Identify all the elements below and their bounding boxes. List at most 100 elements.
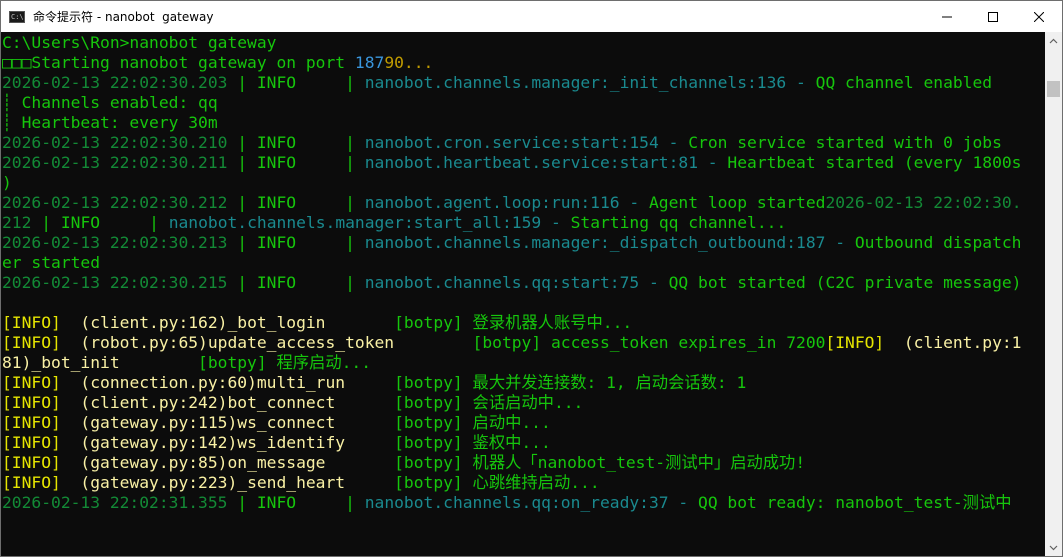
- console-text-segment: |: [227, 153, 257, 172]
- console-text-segment: Heartbeat started (every 1800s: [727, 153, 1022, 172]
- console-text-segment: (gateway.py:142)ws_identify: [60, 433, 395, 452]
- console-text-segment: [botpy]: [394, 413, 463, 432]
- console-text-segment: 2026-02-13 22:02:30.213: [2, 233, 228, 252]
- console-text-segment: |: [227, 133, 257, 152]
- console-text-segment: INFO: [256, 73, 336, 92]
- console-text-segment: 登录机器人账号中...: [462, 313, 633, 332]
- console-text-segment: nanobot.heartbeat.service:start:81: [364, 153, 698, 172]
- scroll-up-button[interactable]: [1045, 32, 1062, 49]
- console-text-segment: INFO: [256, 273, 336, 292]
- console-text-segment: (gateway.py:115)ws_connect: [60, 413, 395, 432]
- console-text-segment: [INFO]: [2, 333, 61, 352]
- console-line: 2026-02-13 22:02:30.203 | INFO | nanobot…: [2, 73, 992, 93]
- console-text-segment: |: [227, 233, 257, 252]
- console-text-segment: |: [335, 273, 365, 292]
- console-line: [INFO] (gateway.py:223)_send_heart [botp…: [2, 473, 600, 493]
- console-line: ┊ Channels enabled: qq: [2, 93, 218, 113]
- minimize-icon: [942, 16, 952, 17]
- console-output[interactable]: C:\Users\Ron>nanobot gateway □□□Starting …: [1, 32, 1045, 556]
- console-line: 2026-02-13 22:02:30.215 | INFO | nanobot…: [2, 273, 1022, 293]
- console-text-segment: QQ channel enabled: [815, 73, 993, 92]
- console-text-segment: 212: [2, 213, 32, 232]
- console-text-segment: [INFO]: [2, 433, 61, 452]
- console-text-segment: Starting qq channel...: [570, 213, 787, 232]
- vertical-scrollbar[interactable]: [1045, 32, 1062, 556]
- console-text-segment: (gateway.py:85)on_message: [60, 453, 395, 472]
- console-window: C:\ 命令提示符 - nanobot gateway C:\Users\Ron…: [0, 0, 1063, 557]
- console-text-segment: |: [227, 73, 257, 92]
- console-text-segment: -: [658, 133, 689, 152]
- console-text-segment: -: [541, 213, 571, 232]
- console-text-segment: nanobot.channels.manager:start_all:159: [168, 213, 542, 232]
- console-line: 2026-02-13 22:02:30.213 | INFO | nanobot…: [2, 233, 1021, 253]
- console-text-segment: 187: [354, 53, 385, 72]
- console-text-segment: |: [139, 213, 169, 232]
- console-line: □□□Starting nanobot gateway on port 1879…: [2, 53, 433, 73]
- console-text-segment: |: [335, 193, 365, 212]
- console-text-segment: 鉴权中...: [462, 433, 551, 452]
- console-text-segment: nanobot.channels.manager:_dispatch_outbo…: [364, 233, 826, 252]
- minimize-button[interactable]: [924, 1, 970, 32]
- console-text-segment: |: [227, 493, 257, 512]
- console-text-segment: |: [227, 273, 257, 292]
- console-text-segment: nanobot.channels.manager:_init_channels:…: [364, 73, 787, 92]
- console-line: [INFO] (gateway.py:85)on_message [botpy]…: [2, 453, 805, 473]
- console-text-segment: [botpy]: [394, 373, 463, 392]
- console-line: 2026-02-13 22:02:30.211 | INFO | nanobot…: [2, 153, 1022, 173]
- console-text-segment: Cron service started with 0 jobs: [688, 133, 1002, 152]
- maximize-button[interactable]: [970, 1, 1016, 32]
- title-bar[interactable]: C:\ 命令提示符 - nanobot gateway: [1, 1, 1062, 32]
- console-text-segment: access_token expires_in 7200: [541, 333, 826, 352]
- console-text-segment: [INFO]: [2, 413, 61, 432]
- console-text-segment: 90...: [384, 53, 434, 72]
- console-line: 2026-02-13 22:02:30.210 | INFO | nanobot…: [2, 133, 1002, 153]
- console-text-segment: 最大并发连接数: 1, 启动会话数: 1: [462, 373, 747, 392]
- console-text-segment: INFO: [256, 193, 336, 212]
- console-text-segment: INFO: [60, 213, 140, 232]
- console-text-segment: [botpy]: [394, 393, 463, 412]
- console-text-segment: 机器人「nanobot_test-测试中」启动成功!: [462, 453, 806, 472]
- console-text-segment: 程序启动...: [266, 353, 372, 372]
- console-text-segment: 心跳维持启动...: [462, 473, 600, 492]
- console-text-segment: er started: [2, 253, 101, 272]
- close-button[interactable]: [1016, 1, 1062, 32]
- console-text-segment: 2026-02-13 22:02:30.210: [2, 133, 228, 152]
- console-text-segment: [botpy]: [394, 473, 463, 492]
- console-text-segment: -: [825, 233, 855, 252]
- console-text-segment: |: [335, 133, 365, 152]
- console-text-segment: INFO: [256, 493, 336, 512]
- console-text-segment: -: [786, 73, 816, 92]
- console-text-segment: |: [335, 73, 365, 92]
- console-text-segment: 2026-02-13 22:02:30.212: [2, 193, 228, 212]
- console-text-segment: nanobot.channels.qq:start:75: [364, 273, 640, 292]
- console-text-segment: -: [668, 493, 699, 512]
- scrollbar-thumb[interactable]: [1047, 81, 1060, 97]
- app-icon-label: C:\: [11, 12, 24, 21]
- scroll-down-button[interactable]: [1045, 539, 1062, 556]
- console-text-segment: [INFO]: [2, 393, 61, 412]
- chevron-up-icon: [1049, 38, 1058, 43]
- console-text-segment: INFO: [256, 153, 336, 172]
- console-text-segment: 2026-02-13 22:02:30.215: [2, 273, 228, 292]
- console-text-segment: nanobot.channels.qq:on_ready:37: [364, 493, 669, 512]
- console-text-segment: [botpy]: [394, 433, 463, 452]
- console-text-segment: (gateway.py:223)_send_heart: [60, 473, 395, 492]
- console-line: [INFO] (client.py:162)_bot_login [botpy]…: [2, 313, 632, 333]
- console-line: 212 | INFO | nanobot.channels.manager:st…: [2, 213, 786, 233]
- console-text-segment: |: [31, 213, 61, 232]
- console-line: [INFO] (robot.py:65)update_access_token …: [2, 333, 1021, 353]
- console-line: ): [2, 173, 12, 193]
- console-line: [INFO] (gateway.py:142)ws_identify [botp…: [2, 433, 551, 453]
- console-text-segment: INFO: [256, 133, 336, 152]
- console-text-segment: 2026-02-13 22:02:30.211: [2, 153, 228, 172]
- console-text-segment: [botpy]: [394, 453, 463, 472]
- console-text-segment: (connection.py:60)multi_run: [60, 373, 395, 392]
- console-text-segment: 会话启动中...: [462, 393, 584, 412]
- console-line: ┊ Heartbeat: every 30m: [2, 113, 218, 133]
- console-text-segment: |: [335, 493, 365, 512]
- cmd-app-icon[interactable]: C:\: [9, 10, 25, 23]
- chevron-down-icon: [1049, 545, 1058, 550]
- console-line: [INFO] (gateway.py:115)ws_connect [botpy…: [2, 413, 551, 433]
- console-text-segment: QQ bot started (C2C private message): [668, 273, 1022, 292]
- console-text-segment: 81)_bot_init: [2, 353, 199, 372]
